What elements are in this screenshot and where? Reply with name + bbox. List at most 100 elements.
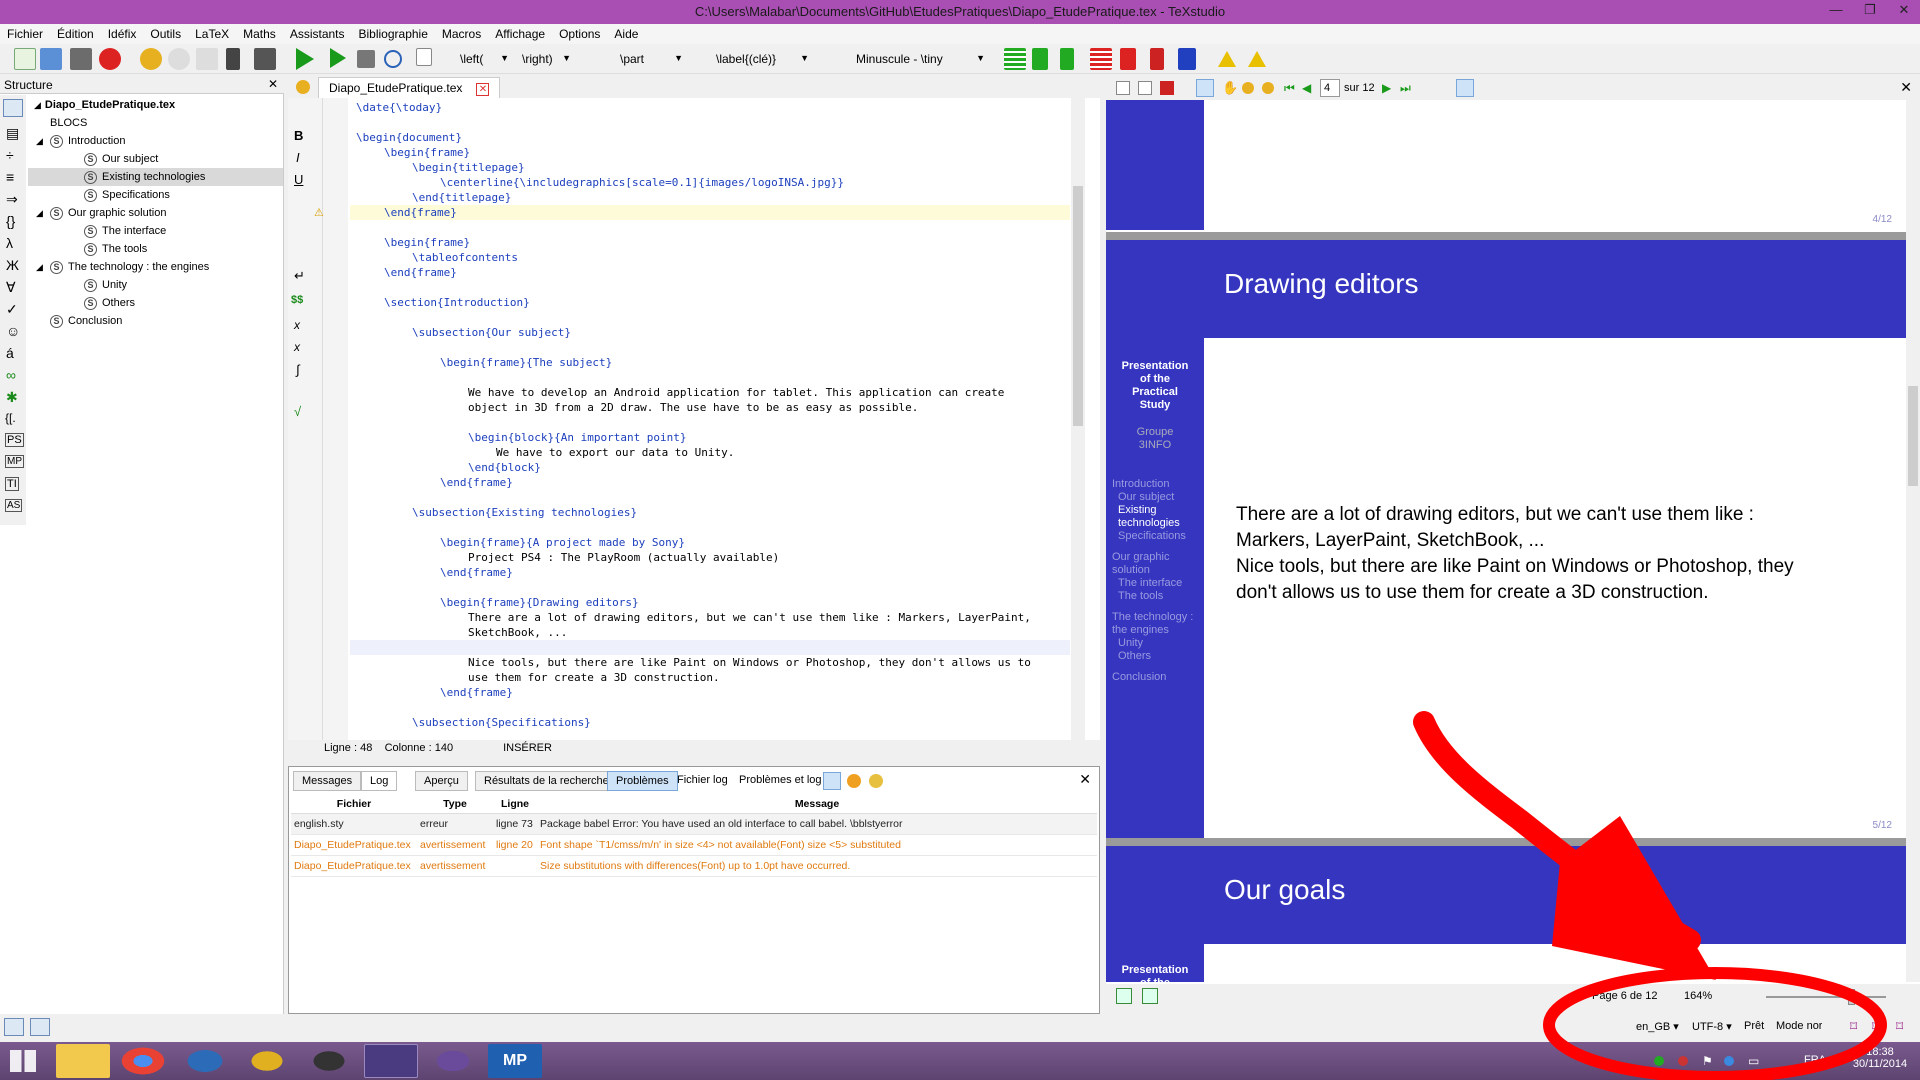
pdf-page-icon[interactable]: [1116, 81, 1130, 95]
zoom-status[interactable]: 164%: [1684, 990, 1712, 1002]
menu-aide[interactable]: Aide: [607, 24, 645, 41]
tree-item[interactable]: S The tools: [28, 240, 283, 258]
new-file-icon[interactable]: [14, 48, 36, 70]
asterisk-icon[interactable]: ✱: [6, 389, 18, 406]
github-icon[interactable]: [426, 1044, 480, 1078]
superscript-icon[interactable]: x: [294, 340, 300, 354]
expand-arrow-icon[interactable]: ◢: [36, 204, 43, 222]
tab-log[interactable]: Log: [361, 771, 398, 791]
compile-icon[interactable]: [330, 48, 346, 68]
menu-assistants[interactable]: Assistants: [283, 24, 352, 41]
label-combo[interactable]: \label{(clé)} ▼: [712, 50, 812, 70]
tree-item[interactable]: BLOCS: [28, 114, 283, 132]
close-structure-icon[interactable]: ✕: [268, 77, 278, 91]
table-icon[interactable]: [1004, 48, 1026, 70]
tab-problems[interactable]: Problèmes: [607, 771, 678, 791]
tree-item[interactable]: S The interface: [28, 222, 283, 240]
underline-icon[interactable]: U: [294, 172, 303, 187]
toggle-structure-icon[interactable]: [4, 1018, 24, 1036]
bookmark-icon[interactable]: ⌑: [1850, 1018, 1857, 1035]
asymptote-icon[interactable]: AS: [5, 499, 23, 512]
editor-scrollbar[interactable]: [1071, 98, 1085, 740]
menu-macros[interactable]: Macros: [435, 24, 488, 41]
first-page-icon[interactable]: ⏮: [1284, 81, 1295, 96]
align-icon[interactable]: [1178, 48, 1196, 70]
menu-fichier[interactable]: Fichier: [0, 24, 50, 41]
tray-flag-icon[interactable]: ⚑: [1702, 1054, 1713, 1068]
operators-icon[interactable]: ≡: [6, 169, 14, 185]
forward-nav-icon[interactable]: [1262, 82, 1274, 94]
tab-log-file[interactable]: Fichier log: [669, 771, 736, 791]
table-row[interactable]: Diapo_EtudePratique.tex avertissement Size…: [291, 855, 1097, 877]
bold-icon[interactable]: B: [294, 128, 303, 143]
last-page-icon[interactable]: ⏭: [1400, 81, 1411, 96]
back-icon[interactable]: [296, 80, 310, 94]
view-pdf-icon[interactable]: [384, 50, 402, 68]
accent-icon[interactable]: á: [6, 345, 14, 361]
right-delimiter-combo[interactable]: \right) ▼: [518, 50, 574, 70]
texstudio-icon[interactable]: [364, 1044, 418, 1078]
tree-item[interactable]: S Unity: [28, 276, 283, 294]
macros-icon[interactable]: {[.: [5, 411, 16, 425]
tab-diapo[interactable]: Diapo_EtudePratique.tex ✕: [318, 77, 501, 98]
tray-clock[interactable]: 18:38 30/11/2014: [1850, 1046, 1910, 1070]
relation-icon[interactable]: ÷: [6, 147, 14, 163]
bookmark3-icon[interactable]: ⌑: [1896, 1018, 1903, 1035]
tab-problems-log[interactable]: Problèmes et log: [731, 771, 830, 791]
tree-item[interactable]: S Existing technologies: [28, 168, 283, 186]
pdf-pages[interactable]: 4/12 Drawing editors Presentation of the…: [1106, 100, 1906, 982]
winamp-icon[interactable]: [240, 1044, 294, 1078]
menu-bibliographie[interactable]: Bibliographie: [352, 24, 435, 41]
cyrillic-icon[interactable]: Ж: [6, 257, 19, 273]
tab-apercu[interactable]: Aperçu: [415, 771, 468, 791]
smiley-icon[interactable]: ☺: [6, 323, 20, 339]
arrows-icon[interactable]: ⇒: [6, 191, 18, 208]
thunderbird-icon[interactable]: [178, 1044, 232, 1078]
delete-column-icon[interactable]: [1120, 48, 1136, 70]
back-nav-icon[interactable]: [1242, 82, 1254, 94]
filter-errors-icon[interactable]: [823, 772, 841, 790]
undo-icon[interactable]: [140, 48, 162, 70]
tree-item[interactable]: ◢ S Introduction: [28, 132, 283, 150]
newline-icon[interactable]: ↵: [294, 268, 305, 284]
view-log-icon[interactable]: [416, 48, 432, 66]
tray-app-icon[interactable]: [1654, 1056, 1664, 1066]
sync-icon[interactable]: [1116, 988, 1132, 1004]
structure-view-icon[interactable]: [3, 99, 23, 117]
zoom-slider[interactable]: [1766, 996, 1886, 998]
check-icon[interactable]: ✓: [6, 301, 18, 318]
open-file-icon[interactable]: [40, 48, 62, 70]
menu-edition[interactable]: Édition: [50, 24, 101, 41]
start-button-icon[interactable]: [10, 1050, 36, 1072]
build-view-icon[interactable]: [296, 48, 314, 70]
tree-item[interactable]: S Conclusion: [28, 312, 283, 330]
bookmark2-icon[interactable]: ⌑: [1872, 1018, 1879, 1035]
close-file-icon[interactable]: [99, 48, 121, 70]
remove-icon[interactable]: [1150, 48, 1164, 70]
section-combo[interactable]: \part ▼: [616, 50, 686, 70]
menu-latex[interactable]: LaTeX: [188, 24, 236, 41]
pstricks-icon[interactable]: PS: [5, 433, 24, 447]
menu-affichage[interactable]: Affichage: [488, 24, 552, 41]
warning2-icon[interactable]: [1248, 51, 1266, 67]
toggle-messages-icon[interactable]: [30, 1018, 50, 1036]
delimiters-icon[interactable]: {}: [6, 213, 15, 229]
left-delimiter-combo[interactable]: \left(▼: [456, 50, 512, 70]
paste-icon[interactable]: [254, 48, 276, 70]
sqrt-icon[interactable]: √: [294, 404, 301, 419]
close-button[interactable]: ✕: [1884, 2, 1920, 20]
tray-language[interactable]: FRA: [1804, 1054, 1826, 1066]
filter-warnings-icon[interactable]: [847, 774, 861, 788]
sync2-icon[interactable]: [1142, 988, 1158, 1004]
expand-arrow-icon[interactable]: ◢: [36, 258, 43, 276]
pdf-acrobat-icon[interactable]: [1160, 81, 1174, 95]
menu-options[interactable]: Options: [552, 24, 607, 41]
copy-icon[interactable]: [196, 48, 218, 70]
subscript-icon[interactable]: x: [294, 318, 300, 332]
bookmarks-icon[interactable]: ▤: [6, 125, 19, 142]
pdf-doc-icon[interactable]: [1138, 81, 1152, 95]
save-icon[interactable]: [70, 48, 92, 70]
tree-root[interactable]: ◢ Diapo_EtudePratique.tex: [28, 96, 283, 114]
close-tab-icon[interactable]: ✕: [476, 83, 490, 96]
metapost-icon[interactable]: MP: [5, 455, 24, 468]
